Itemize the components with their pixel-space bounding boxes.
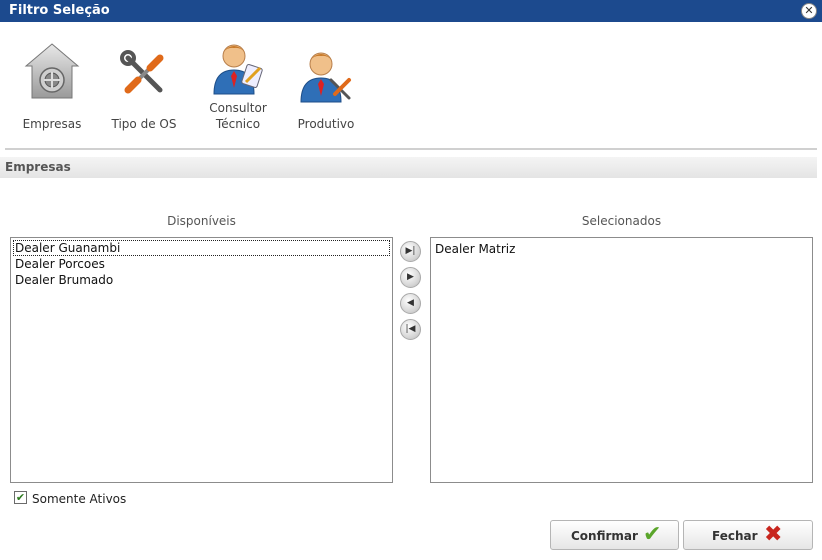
selected-list-title: Selecionados (581, 214, 662, 228)
list-item[interactable]: Dealer Porcoes (11, 256, 392, 272)
close-button-label: Fechar (712, 529, 758, 543)
consultant-person-icon (210, 40, 266, 99)
close-window-button[interactable]: ✕ (801, 3, 817, 19)
confirm-button-label: Confirmar (571, 529, 638, 543)
confirm-button[interactable]: Confirmar ✔ (550, 520, 679, 550)
window-title: Filtro Seleção (9, 3, 110, 18)
remove-all-button[interactable]: |◀ (400, 319, 421, 340)
tool-consultor-label-line2: Técnico (215, 117, 261, 131)
tool-tipo-os-label: Tipo de OS (111, 117, 177, 131)
safe-house-icon (24, 42, 80, 105)
list-item[interactable]: Dealer Matriz (431, 241, 812, 257)
tools-icon (120, 50, 168, 101)
available-list-title: Disponíveis (167, 214, 236, 228)
toolbar-divider (5, 148, 817, 150)
section-title: Empresas (0, 157, 817, 178)
checkmark-icon: ✔ (643, 522, 662, 547)
list-item[interactable]: Dealer Brumado (11, 272, 392, 288)
available-listbox[interactable]: Dealer Guanambi Dealer Porcoes Dealer Br… (10, 237, 393, 483)
tool-tipo-os[interactable]: Tipo de OS (104, 22, 184, 134)
add-button[interactable]: ▶ (400, 267, 421, 288)
add-all-button[interactable]: ▶| (400, 241, 421, 262)
tool-empresas[interactable]: Empresas (16, 22, 88, 134)
tool-produtivo-label: Produtivo (297, 117, 355, 131)
red-x-icon: ✖ (764, 522, 783, 547)
tool-empresas-label: Empresas (22, 117, 82, 131)
list-item[interactable]: Dealer Guanambi (13, 240, 390, 256)
only-active-label: Somente Ativos (32, 492, 127, 506)
only-active-checkbox[interactable]: ✔ (14, 491, 27, 504)
selected-listbox[interactable]: Dealer Matriz (430, 237, 813, 483)
tool-produtivo[interactable]: Produtivo (292, 22, 360, 134)
close-button[interactable]: Fechar ✖ (683, 520, 813, 550)
remove-button[interactable]: ◀ (400, 293, 421, 314)
filter-toolbar: Empresas Tipo de OS Consultor Técnico Pr… (0, 22, 822, 148)
tool-consultor-tecnico[interactable]: Consultor Técnico (200, 22, 276, 134)
window-titlebar: Filtro Seleção ✕ (0, 0, 822, 22)
tool-consultor-label-line1: Consultor (209, 101, 267, 115)
mechanic-person-icon (299, 48, 353, 107)
